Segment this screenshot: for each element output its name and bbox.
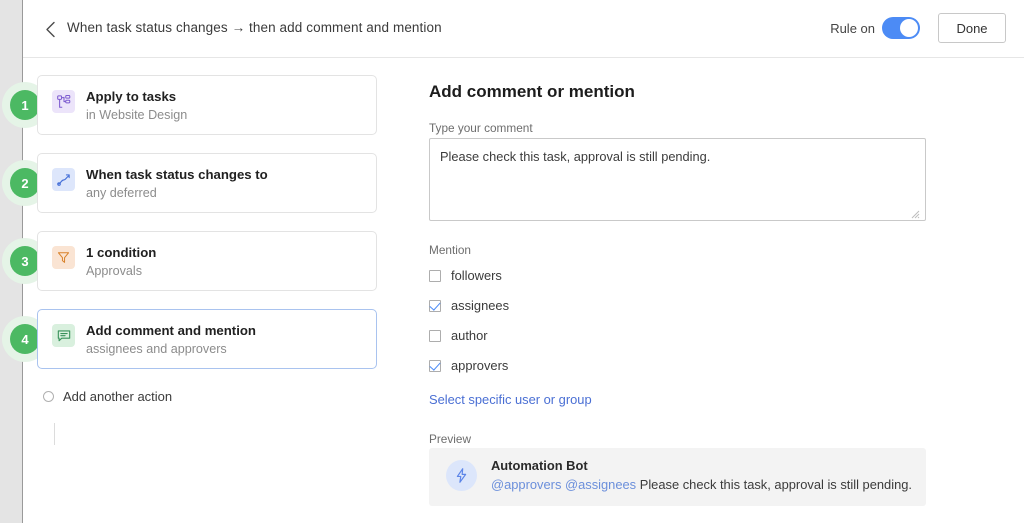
rule-step-2: 2 When task status changes to any deferr… [2,153,418,213]
step-card-status-trigger[interactable]: When task status changes to any deferred [37,153,377,213]
checkbox-label: author [451,328,488,343]
mention-section-label: Mention [429,243,471,257]
comment-input[interactable] [429,138,926,221]
checkbox-checked-icon [429,299,441,312]
rule-step-4: 4 Add comment and mention assignees and … [2,309,418,369]
checkbox-checked-icon [429,359,441,372]
preview-message-line: @approvers @assignees Please check this … [491,477,912,492]
page-title: When task status changes → then add comm… [67,20,442,35]
step-subtitle: in Website Design [86,108,188,122]
back-button[interactable] [37,16,63,42]
step-card-add-comment[interactable]: Add comment and mention assignees and ap… [37,309,377,369]
step-number-badge: 2 [10,168,40,198]
preview-message-text: Please check this task, approval is stil… [639,477,912,492]
lightning-bolt-icon [456,468,467,483]
step-subtitle: any deferred [86,186,157,200]
rule-steps-column: 1 Apply to tasks in Website Design 2 Whe… [2,59,418,523]
checkbox-label: followers [451,268,502,283]
step-title: Apply to tasks [86,89,177,104]
checkbox-label: approvers [451,358,509,373]
avatar [446,460,477,491]
select-specific-user-link[interactable]: Select specific user or group [429,392,592,407]
step-number-badge: 3 [10,246,40,276]
step-card-apply-to-tasks[interactable]: Apply to tasks in Website Design [37,75,377,135]
automation-rule-editor: When task status changes → then add comm… [0,0,1024,523]
step-title: When task status changes to [86,167,268,182]
step-card-condition[interactable]: 1 condition Approvals [37,231,377,291]
add-another-action-label: Add another action [63,389,173,404]
mention-checkbox-approvers[interactable]: approvers [429,358,508,373]
chevron-left-icon [45,21,55,37]
mention-checkbox-assignees[interactable]: assignees [429,298,509,313]
comment-field-label: Type your comment [429,121,533,135]
filter-funnel-icon [52,246,75,269]
rule-step-1: 1 Apply to tasks in Website Design [2,75,418,135]
rule-step-3: 3 1 condition Approvals [2,231,418,291]
rule-on-toggle[interactable] [882,17,920,39]
step-connector [54,423,55,445]
step-number-badge: 1 [10,90,40,120]
preview-mentions: @approvers @assignees [491,477,637,492]
comment-preview-card: Automation Bot @approvers @assignees Ple… [429,448,926,506]
rule-toggle-label: Rule on [830,21,875,36]
step-subtitle: assignees and approvers [86,342,227,356]
hierarchy-icon [52,90,75,113]
action-detail-panel: Add comment or mention Type your comment… [418,59,1024,523]
preview-section-label: Preview [429,432,471,446]
mention-checkbox-followers[interactable]: followers [429,268,502,283]
checkbox-label: assignees [451,298,510,313]
toggle-knob [900,19,918,37]
checkbox-icon [429,269,441,282]
done-button[interactable]: Done [938,13,1006,43]
step-subtitle: Approvals [86,264,143,278]
step-number-badge: 4 [10,324,40,354]
checkbox-icon [429,329,441,342]
preview-author-name: Automation Bot [491,458,588,473]
circle-outline-icon [43,391,54,402]
mention-checkbox-author[interactable]: author [429,328,488,343]
trend-line-icon [52,168,75,191]
add-another-action-button[interactable]: Add another action [43,389,172,404]
detail-heading: Add comment or mention [429,82,635,101]
step-title: 1 condition [86,245,157,260]
comment-bubble-icon [52,324,75,347]
step-title: Add comment and mention [86,323,256,338]
header-bar: When task status changes → then add comm… [23,0,1024,58]
